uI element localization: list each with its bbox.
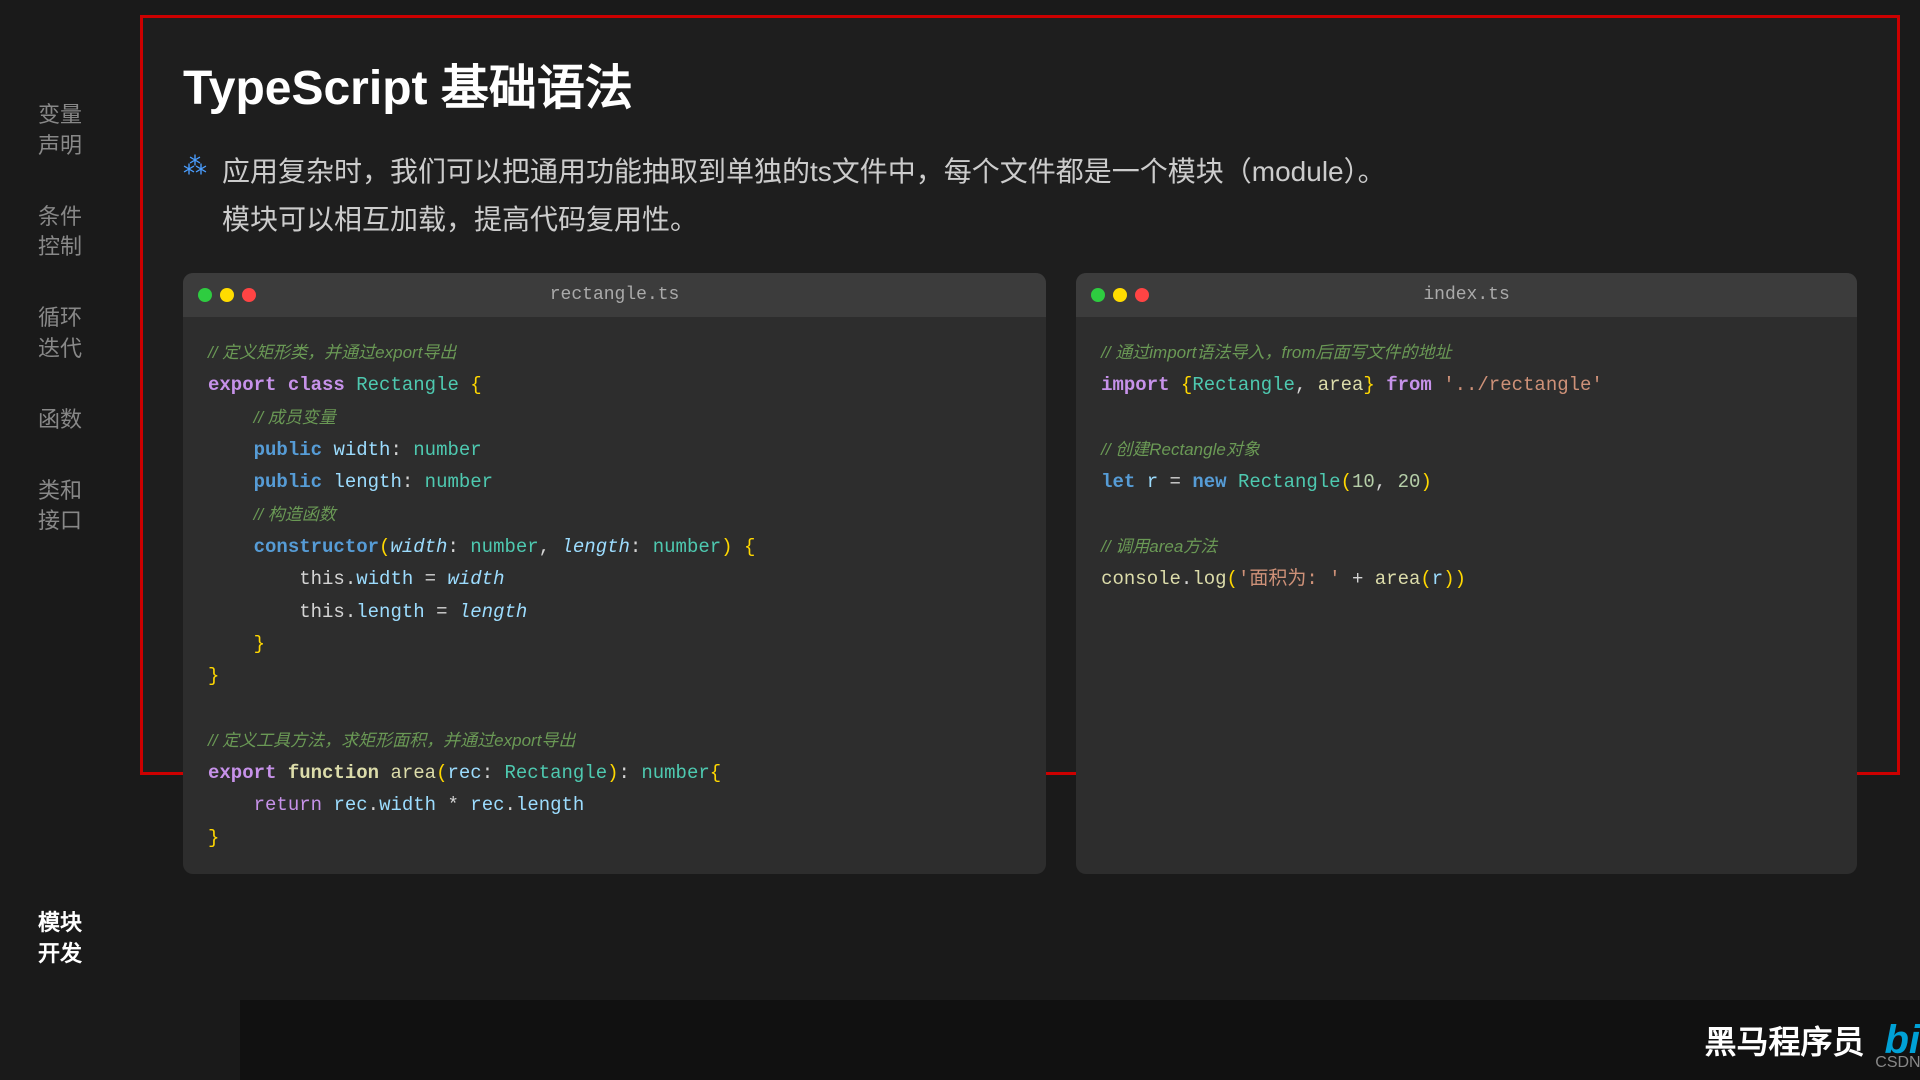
code-line: } [208, 822, 1021, 854]
description-block: ⁂ 应用复杂时，我们可以把通用功能抽取到单独的ts文件中，每个文件都是一个模块（… [183, 148, 1857, 243]
bullet-icon: ⁂ [183, 152, 207, 181]
code-line: this.width = width [208, 563, 1021, 595]
window-dots-right [1091, 288, 1149, 302]
dot-red-left [242, 288, 256, 302]
dot-green-left [198, 288, 212, 302]
sidebar-item-loops[interactable]: 循环迭代 [38, 303, 82, 365]
dot-yellow-left [220, 288, 234, 302]
code-line: // 定义工具方法，求矩形面积，并通过export导出 [208, 725, 1021, 757]
right-code-body: // 通过import语法导入，from后面写文件的地址 import {Rec… [1076, 317, 1857, 615]
code-line: export class Rectangle { [208, 369, 1021, 401]
right-window-title: index.ts [1423, 285, 1509, 305]
code-line: let r = new Rectangle(10, 20) [1101, 466, 1832, 498]
code-line: // 成员变量 [208, 402, 1021, 434]
desc-line1: 应用复杂时，我们可以把通用功能抽取到单独的ts文件中，每个文件都是一个模块（mo… [222, 156, 1386, 187]
code-line: console.log('面积为: ' + area(r)) [1101, 563, 1832, 595]
sidebar-item-classes[interactable]: 类和接口 [38, 476, 82, 538]
code-line: export function area(rec: Rectangle): nu… [208, 757, 1021, 789]
code-line: // 调用area方法 [1101, 531, 1832, 563]
code-line: // 定义矩形类，并通过export导出 [208, 337, 1021, 369]
slide: TypeScript 基础语法 ⁂ 应用复杂时，我们可以把通用功能抽取到单独的t… [140, 15, 1900, 775]
code-windows: rectangle.ts // 定义矩形类，并通过export导出 export… [183, 273, 1857, 874]
dot-green-right [1091, 288, 1105, 302]
sidebar-item-functions[interactable]: 函数 [38, 405, 82, 436]
left-code-window: rectangle.ts // 定义矩形类，并通过export导出 export… [183, 273, 1046, 874]
slide-title: TypeScript 基础语法 [183, 48, 1857, 118]
code-line: this.length = length [208, 596, 1021, 628]
window-dots-left [198, 288, 256, 302]
bottom-bar: 黑马程序员 bilibili CSDN @123梦野 [240, 1000, 1920, 1080]
code-line: constructor(width: number, length: numbe… [208, 531, 1021, 563]
sidebar-item-conditions[interactable]: 条件控制 [38, 202, 82, 264]
sidebar-item-variables[interactable]: 变量声明 [38, 100, 82, 162]
main-content: 🐎 黑马程序员 www.iheima.com TypeScript 基础语法 ⁂… [120, 0, 1920, 1080]
code-line [1101, 402, 1832, 434]
code-line: } [208, 660, 1021, 692]
right-titlebar: index.ts [1076, 273, 1857, 317]
bottom-brand-name: 黑马程序员 [1704, 1017, 1864, 1063]
code-line: return rec.width * rec.length [208, 789, 1021, 821]
left-titlebar: rectangle.ts [183, 273, 1046, 317]
code-line: public length: number [208, 466, 1021, 498]
right-code-window: index.ts // 通过import语法导入，from后面写文件的地址 im… [1076, 273, 1857, 874]
code-line [208, 692, 1021, 724]
dot-yellow-right [1113, 288, 1127, 302]
code-line: } [208, 628, 1021, 660]
description-text: 应用复杂时，我们可以把通用功能抽取到单独的ts文件中，每个文件都是一个模块（mo… [222, 148, 1386, 243]
code-line [1101, 499, 1832, 531]
dot-red-right [1135, 288, 1149, 302]
code-line: // 构造函数 [208, 499, 1021, 531]
csdn-text: CSDN @123梦野 [1875, 1048, 1920, 1072]
left-code-body: // 定义矩形类，并通过export导出 export class Rectan… [183, 317, 1046, 874]
code-line: public width: number [208, 434, 1021, 466]
left-window-title: rectangle.ts [550, 285, 680, 305]
sidebar-item-modules[interactable]: 模块开发 [0, 908, 120, 970]
code-line: // 创建Rectangle对象 [1101, 434, 1832, 466]
code-line: import {Rectangle, area} from '../rectan… [1101, 369, 1832, 401]
sidebar: 变量声明 条件控制 循环迭代 函数 类和接口 模块开发 [0, 0, 120, 1080]
code-line: // 通过import语法导入，from后面写文件的地址 [1101, 337, 1832, 369]
desc-line2: 模块可以相互加载，提高代码复用性。 [222, 204, 698, 235]
